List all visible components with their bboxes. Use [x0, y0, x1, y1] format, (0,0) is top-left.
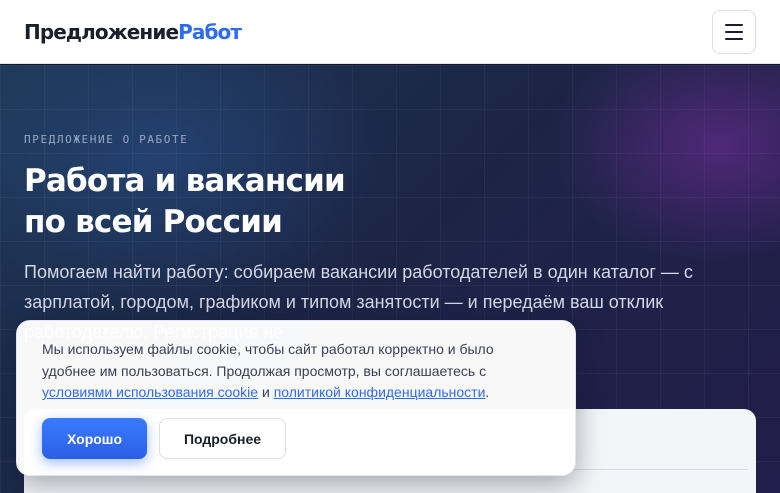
cookie-text-end: .: [485, 384, 490, 400]
hamburger-icon-line: [725, 37, 743, 40]
cookie-terms-link[interactable]: условиями использования cookie: [42, 384, 258, 400]
cookie-banner: Мы используем файлы cookie, чтобы сайт р…: [16, 320, 576, 476]
hero-title-line-2: по всей России: [24, 204, 283, 240]
hamburger-icon: [725, 23, 743, 26]
cookie-text: Мы используем файлы cookie, чтобы сайт р…: [42, 339, 551, 404]
cookie-actions: Хорошо Подробнее: [42, 418, 286, 459]
menu-button[interactable]: [712, 9, 756, 54]
site-header: Предложение Работ: [0, 0, 780, 64]
hero-eyebrow: ПРЕДЛОЖЕНИЕ О РАБОТЕ: [24, 133, 189, 146]
logo-text-accent: Работ: [178, 19, 242, 44]
logo-text-primary: Предложение: [24, 19, 179, 44]
logo[interactable]: Предложение Работ: [24, 19, 242, 44]
hero-title-line-1: Работа и вакансии: [24, 163, 346, 199]
hero-title: Работа и вакансии по всей России: [24, 161, 346, 243]
accept-cookies-button[interactable]: Хорошо: [42, 418, 147, 459]
cookie-details-button[interactable]: Подробнее: [159, 418, 286, 459]
cookie-text-and: и: [258, 384, 274, 400]
privacy-policy-link[interactable]: политикой конфиденциальности: [274, 384, 486, 400]
hamburger-icon-line: [725, 30, 743, 33]
cookie-text-intro: Мы используем файлы cookie, чтобы сайт р…: [42, 341, 494, 379]
